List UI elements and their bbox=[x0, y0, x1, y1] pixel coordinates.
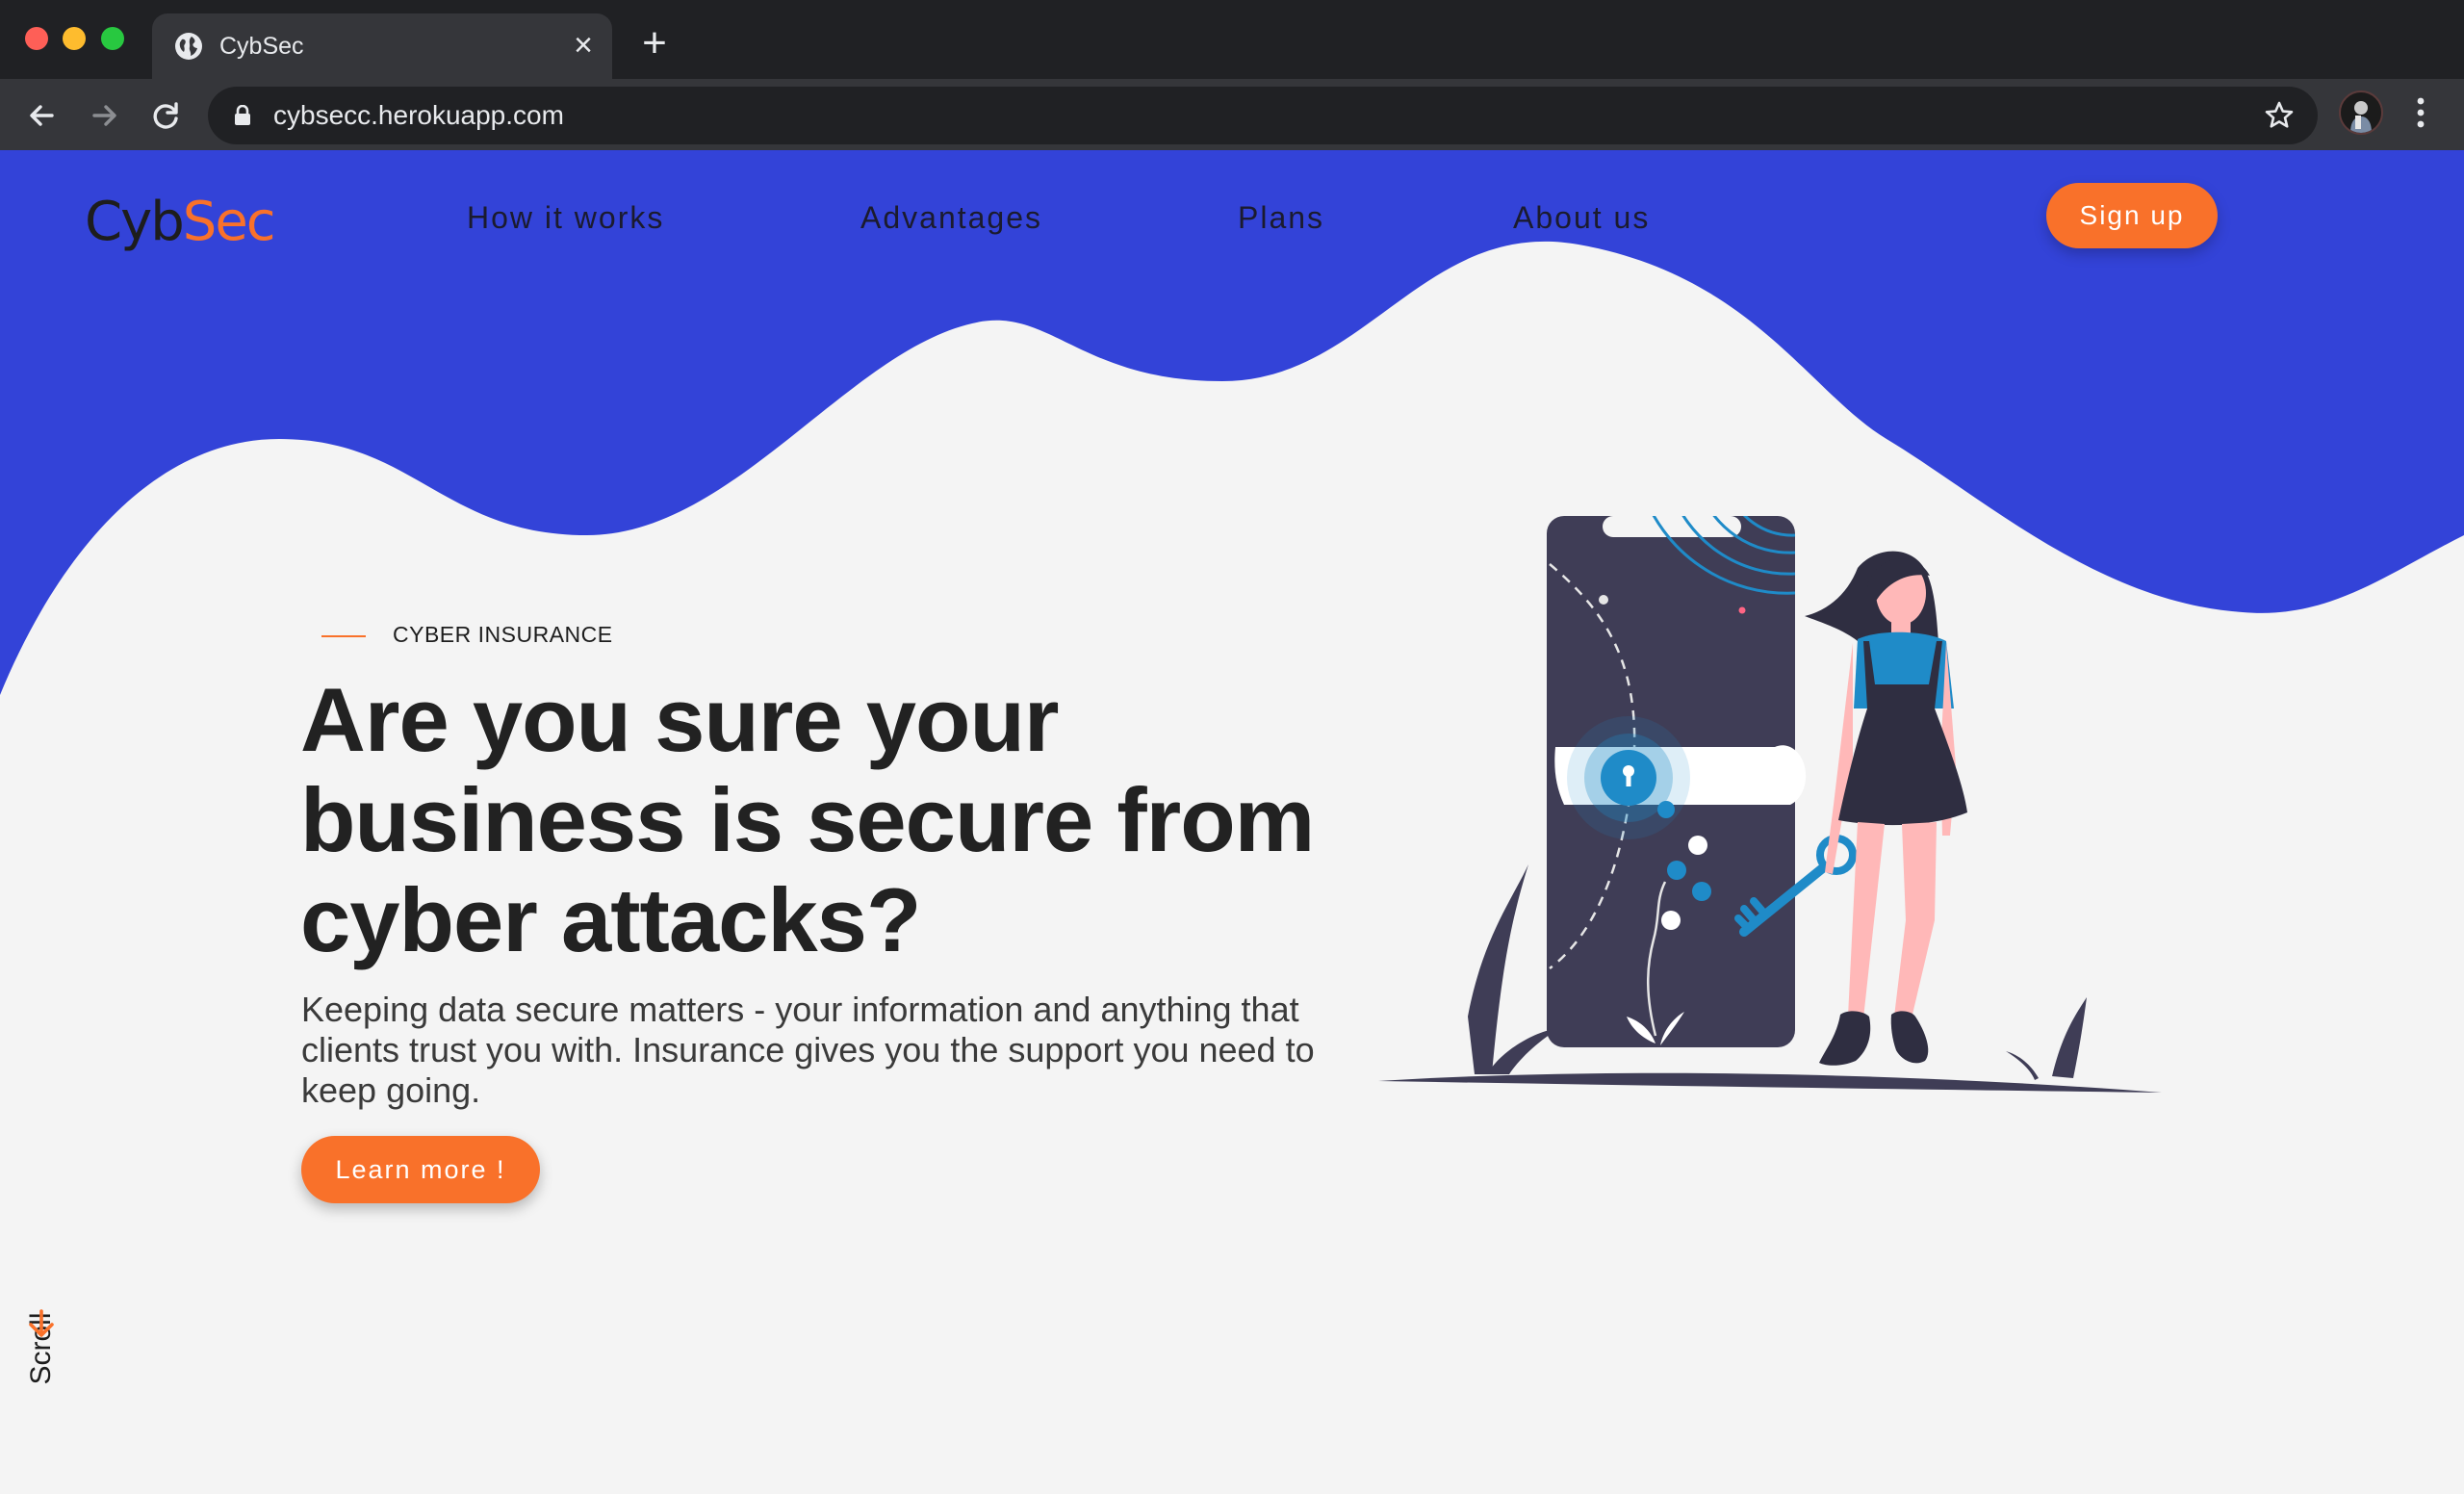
back-arrow-icon[interactable] bbox=[23, 96, 62, 135]
sign-up-button[interactable]: Sign up bbox=[2046, 183, 2218, 248]
minimize-window-button[interactable] bbox=[63, 27, 86, 50]
headline-line: business is secure from bbox=[300, 769, 1315, 870]
nav-advantages[interactable]: Advantages bbox=[860, 200, 1042, 236]
tab-title: CybSec bbox=[219, 33, 304, 60]
plant-right bbox=[2052, 997, 2087, 1078]
browser-tab[interactable]: CybSec × bbox=[152, 13, 612, 79]
forward-arrow-icon[interactable] bbox=[85, 96, 123, 135]
nav-plans[interactable]: Plans bbox=[1238, 200, 1324, 236]
arrow-down-icon[interactable] bbox=[25, 1307, 58, 1340]
ground-shape bbox=[1378, 1072, 2162, 1093]
plant-left bbox=[1468, 864, 1528, 1074]
hero-subtext: Keeping data secure matters - your infor… bbox=[301, 990, 1315, 1110]
plus-icon[interactable]: + bbox=[637, 22, 672, 64]
profile-avatar[interactable] bbox=[2339, 90, 2383, 135]
browser-tab-strip: CybSec × + bbox=[0, 0, 2464, 79]
site-logo[interactable]: CybSec bbox=[85, 191, 276, 253]
headline-line: cyber attacks? bbox=[300, 869, 921, 970]
lock-icon[interactable] bbox=[233, 105, 252, 126]
nav-how-it-works[interactable]: How it works bbox=[467, 200, 664, 236]
eyebrow-label: CYBER INSURANCE bbox=[393, 622, 613, 647]
nav-about-us[interactable]: About us bbox=[1513, 200, 1650, 236]
learn-more-button[interactable]: Learn more ! bbox=[301, 1136, 540, 1203]
kebab-menu-icon[interactable] bbox=[2406, 92, 2435, 133]
eyebrow-divider bbox=[321, 635, 366, 637]
headline-line: Are you sure your bbox=[300, 669, 1059, 770]
logo-primary: Cyb bbox=[85, 191, 185, 253]
close-icon[interactable]: × bbox=[568, 29, 599, 62]
star-icon[interactable] bbox=[2262, 98, 2297, 133]
logo-accent: Sec bbox=[182, 191, 276, 253]
globe-icon bbox=[175, 33, 202, 60]
hero-headline: Are you sure your business is secure fro… bbox=[300, 670, 1417, 970]
woman-figure bbox=[1805, 551, 1967, 1066]
address-bar[interactable]: cybsecc.herokuapp.com bbox=[208, 87, 2318, 144]
url-text: cybsecc.herokuapp.com bbox=[273, 100, 564, 130]
browser-toolbar: cybsecc.herokuapp.com bbox=[0, 79, 2464, 150]
web-page: CybSec How it works Advantages Plans Abo… bbox=[0, 150, 2464, 1494]
security-illustration bbox=[1378, 516, 2162, 1093]
reload-icon[interactable] bbox=[146, 96, 185, 135]
close-window-button[interactable] bbox=[25, 27, 48, 50]
maximize-window-button[interactable] bbox=[101, 27, 124, 50]
